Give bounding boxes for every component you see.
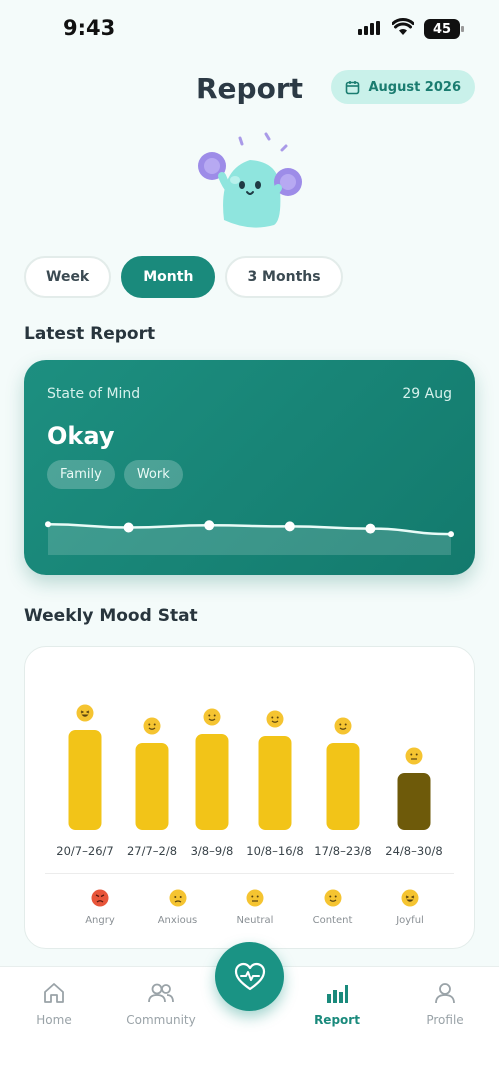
report-tags: Family Work xyxy=(47,460,183,489)
date-filter-button[interactable]: August 2026 xyxy=(331,70,475,104)
bar-category-label: 20/7–26/7 xyxy=(56,844,113,858)
bar-category-label: 3/8–9/8 xyxy=(191,844,234,858)
angry-face-icon xyxy=(91,889,109,907)
nav-label: Report xyxy=(314,1013,360,1027)
community-icon xyxy=(148,983,174,1003)
legend-label: Angry xyxy=(85,915,115,926)
status-time: 9:43 xyxy=(63,16,116,40)
line-chart-point xyxy=(284,521,295,532)
legend-item-neutral: Neutral xyxy=(220,889,290,926)
heart-pulse-icon xyxy=(234,962,265,990)
neutral-face-icon xyxy=(246,889,264,907)
nav-home[interactable]: Home xyxy=(9,981,99,1027)
weekly-mood-card: 20/7–26/7 27/7–2/8 3/8–9/8 10/8–16/8 17/8–23… xyxy=(24,646,475,949)
bar-category-label: 17/8–23/8 xyxy=(314,844,371,858)
weekly-mood-title: Weekly Mood Stat xyxy=(24,606,198,626)
line-chart-point xyxy=(45,521,51,528)
mood-bar xyxy=(195,734,229,830)
legend-label: Joyful xyxy=(396,915,424,926)
content-face-icon xyxy=(334,717,352,735)
legend-item-anxious: Anxious xyxy=(143,889,213,926)
legend-label: Content xyxy=(312,915,353,926)
bar-category-label: 24/8–30/8 xyxy=(385,844,442,858)
line-chart-point xyxy=(365,523,376,534)
joyful-face-icon xyxy=(76,704,94,722)
report-label: State of Mind xyxy=(47,386,141,402)
legend-item-angry: Angry xyxy=(65,889,135,926)
legend-label: Anxious xyxy=(157,915,198,926)
date-filter-label: August 2026 xyxy=(368,79,461,95)
mood-bar xyxy=(135,743,169,830)
latest-report-card[interactable]: State of Mind 29 Aug Okay Family Work xyxy=(24,360,475,575)
mood-bar xyxy=(397,773,431,830)
log-mood-fab-button[interactable] xyxy=(215,942,284,1011)
calendar-icon xyxy=(346,80,360,94)
home-icon xyxy=(44,983,64,1003)
bar-chart-icon xyxy=(327,985,348,1003)
weekly-mood-bar-chart: 20/7–26/7 27/7–2/8 3/8–9/8 10/8–16/8 17/8–23… xyxy=(56,704,443,858)
content-face-icon xyxy=(203,708,221,726)
profile-icon xyxy=(435,983,455,1004)
mascot-illustration xyxy=(198,132,302,228)
report-tag: Family xyxy=(47,460,115,489)
anxious-face-icon xyxy=(169,889,186,907)
latest-report-title: Latest Report xyxy=(24,324,156,344)
battery-level: 45 xyxy=(432,21,452,37)
period-tabs: Week Month 3 Months xyxy=(24,256,343,298)
legend-item-content: Content xyxy=(298,889,368,926)
bar-category-label: 10/8–16/8 xyxy=(246,844,303,858)
mood-bar xyxy=(258,736,292,830)
legend-label: Neutral xyxy=(236,915,274,926)
joyful-face-icon xyxy=(401,889,419,907)
line-chart-point xyxy=(448,531,454,538)
line-chart-point xyxy=(204,520,215,531)
state-of-mind-line-chart xyxy=(45,520,454,555)
report-tag: Work xyxy=(123,460,183,489)
report-date: 29 Aug xyxy=(402,386,452,402)
nav-profile[interactable]: Profile xyxy=(400,981,490,1027)
bar-category-label: 27/7–2/8 xyxy=(127,844,177,858)
nav-community[interactable]: Community xyxy=(116,981,206,1027)
legend-item-joyful: Joyful xyxy=(375,889,445,926)
mood-bar xyxy=(326,743,360,830)
wifi-icon xyxy=(392,18,414,35)
nav-label: Profile xyxy=(426,1013,464,1027)
tab-3-months[interactable]: 3 Months xyxy=(225,256,343,298)
report-state: Okay xyxy=(47,422,115,450)
content-face-icon xyxy=(143,717,161,735)
nav-label: Home xyxy=(36,1013,72,1027)
nav-report[interactable]: Report xyxy=(292,981,382,1027)
mood-legend: Angry Anxious Neutral Content Joyful xyxy=(65,889,445,926)
battery-icon: 45 xyxy=(424,19,464,39)
content-face-icon xyxy=(266,710,284,728)
content-face-icon xyxy=(324,889,341,907)
nav-label: Community xyxy=(126,1013,196,1027)
line-chart-point xyxy=(123,522,134,533)
tab-week[interactable]: Week xyxy=(24,256,112,298)
status-bar: 9:43 45 xyxy=(0,0,499,60)
mood-bar xyxy=(68,730,102,830)
signal-icon xyxy=(358,21,380,35)
tab-month[interactable]: Month xyxy=(121,256,216,298)
neutral-face-icon xyxy=(405,747,423,765)
divider xyxy=(45,873,454,874)
